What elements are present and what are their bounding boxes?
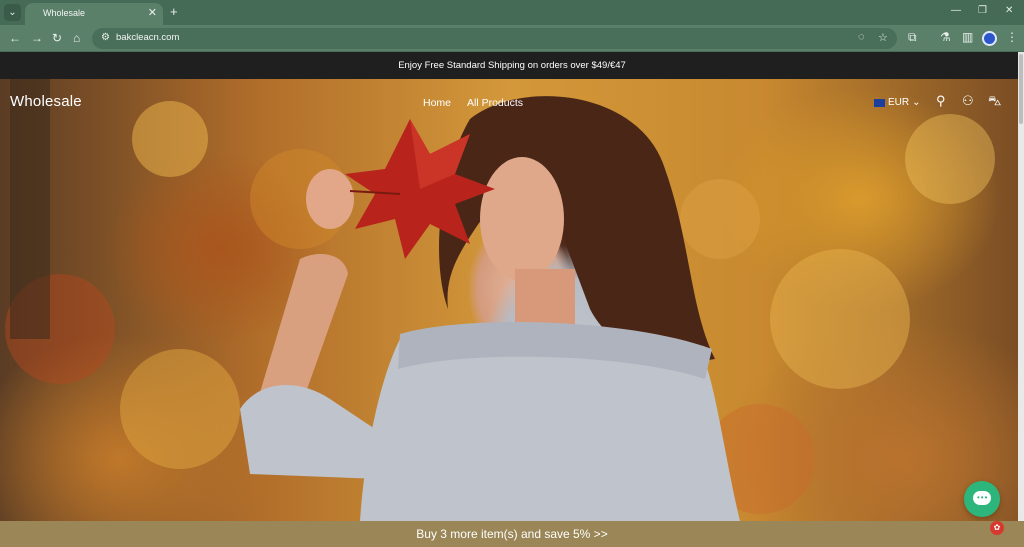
eu-flag-icon [874, 98, 885, 107]
cart-icon[interactable]: ⛍ [988, 93, 1001, 111]
search-icon[interactable]: ⚲ [936, 93, 946, 109]
account-user-icon[interactable]: ⚇ [962, 93, 974, 109]
reload-icon[interactable]: ↻ [52, 31, 62, 45]
currency-selector[interactable]: EUR ⌄ [874, 97, 921, 108]
hero-image [5, 79, 995, 521]
restore-icon[interactable]: ❐ [978, 5, 987, 16]
bookmark-star-icon[interactable]: ☆ [878, 31, 888, 44]
site-info-icon[interactable]: ⚙ [101, 32, 110, 43]
side-panel-icon[interactable]: ▥ [962, 30, 973, 44]
chat-button[interactable]: ••• [964, 481, 1000, 517]
nav-all-products[interactable]: All Products [467, 97, 523, 109]
labs-flask-icon[interactable]: ⚗ [940, 30, 951, 44]
window-close-icon[interactable]: ✕ [1005, 5, 1013, 16]
tab-search-chevron-down-icon[interactable]: ⌄ [4, 4, 21, 21]
browser-tab[interactable]: Wholesale ✕ [25, 3, 163, 25]
tab-title: Wholesale [43, 8, 86, 18]
site-logo[interactable]: Wholesale [10, 93, 82, 110]
page-scrollbar[interactable] [1018, 52, 1024, 521]
promo-bar[interactable]: Buy 3 more item(s) and save 5% >> [0, 521, 1024, 547]
announcement-bar: Enjoy Free Standard Shipping on orders o… [0, 52, 1024, 79]
url-text[interactable]: bakcleacn.com [116, 32, 179, 43]
forward-arrow-icon[interactable]: → [31, 31, 43, 45]
currency-label: EUR [888, 97, 910, 108]
more-vertical-icon[interactable]: ⋮ [1006, 30, 1018, 44]
scrollbar-thumb[interactable] [1019, 54, 1023, 124]
back-arrow-icon[interactable]: ← [9, 31, 21, 45]
profile-avatar[interactable] [982, 31, 997, 46]
hero-banner[interactable]: Wholesale Home All Products EUR ⌄ ⚲ ⚇ ⛍ [0, 79, 1018, 521]
home-icon[interactable]: ⌂ [73, 31, 80, 45]
minimize-icon[interactable]: — [951, 5, 961, 16]
eye-off-icon[interactable]: ◌ [858, 31, 865, 43]
extensions-puzzle-icon[interactable]: ⧉ [908, 30, 917, 45]
gift-icon[interactable]: ✿ [990, 521, 1004, 535]
chat-icon: ••• [973, 491, 991, 505]
browser-tab-strip: ⌄ Wholesale ✕ + — ❐ ✕ [0, 0, 1024, 25]
new-tab-plus-icon[interactable]: + [170, 4, 178, 19]
browser-toolbar: ← → ↻ ⌂ ⚙ bakcleacn.com ◌ ☆ ⧉ ⚗ ▥ ⋮ [0, 25, 1024, 52]
nav-home[interactable]: Home [423, 97, 451, 109]
tab-close-icon[interactable]: ✕ [148, 6, 157, 19]
chevron-down-icon: ⌄ [912, 97, 921, 108]
address-bar[interactable]: ⚙ bakcleacn.com ◌ ☆ [92, 28, 897, 49]
